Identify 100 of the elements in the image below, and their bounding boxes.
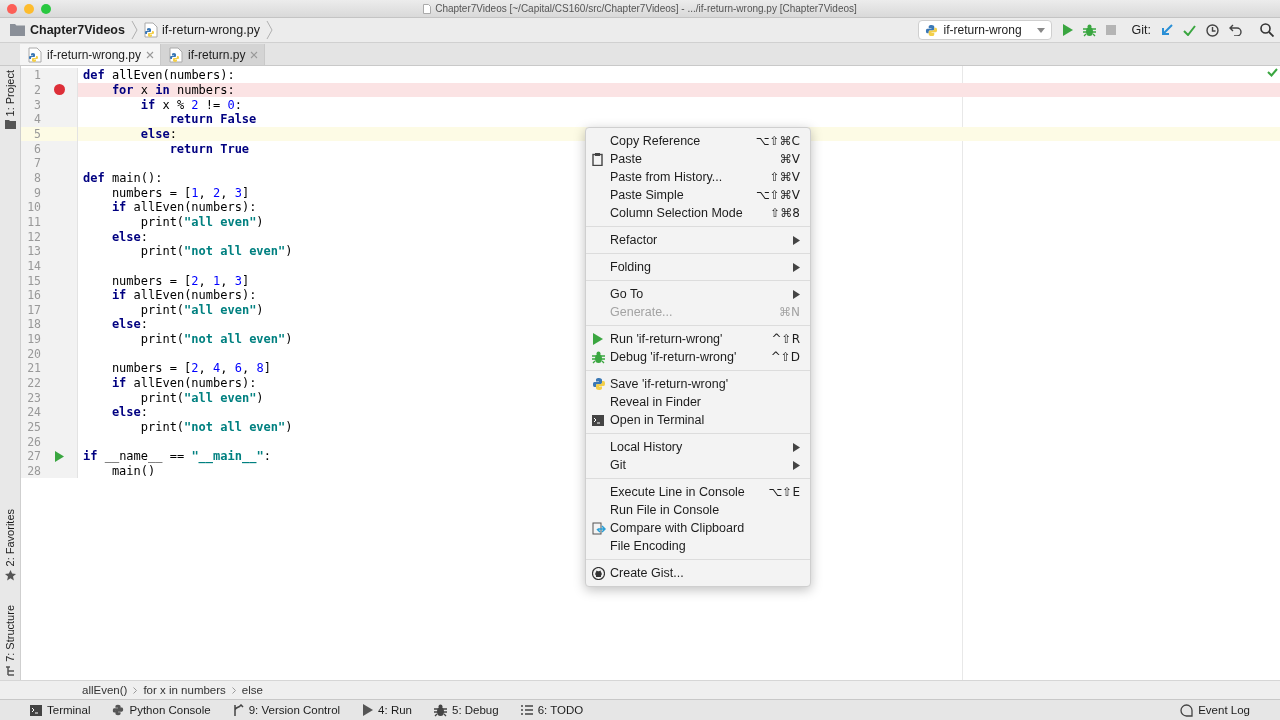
line-number: 14 xyxy=(26,258,41,273)
line-number: 11 xyxy=(26,214,41,229)
bug-icon xyxy=(434,703,447,717)
clipboard-compare-icon xyxy=(592,521,606,535)
breadcrumb[interactable]: allEven() xyxy=(82,684,128,696)
code-line: print("not all even") xyxy=(139,244,293,259)
breadcrumb[interactable]: else xyxy=(241,684,263,696)
chevron-icon xyxy=(130,20,138,40)
document-icon xyxy=(423,3,432,14)
tool-window-button[interactable]: 4: Run xyxy=(362,704,412,716)
python-icon xyxy=(592,377,606,391)
line-number: 27 xyxy=(26,449,41,464)
code-line: if allEven(numbers): xyxy=(110,288,257,303)
code-line: if allEven(numbers): xyxy=(110,376,257,391)
folder-icon xyxy=(10,24,25,36)
arrow-icon[interactable] xyxy=(1161,24,1173,36)
check-icon[interactable] xyxy=(1183,24,1196,36)
menu-item[interactable]: Reveal in Finder xyxy=(586,393,810,411)
menu-item[interactable]: Go To xyxy=(586,285,810,303)
run-config-dropdown[interactable]: if-return-wrong xyxy=(917,20,1052,40)
clock-icon[interactable] xyxy=(1206,23,1219,37)
chevron-icon xyxy=(231,686,236,694)
undo-icon[interactable] xyxy=(1229,24,1242,36)
menu-item[interactable]: Copy Reference ⌥⇧⌘C xyxy=(586,132,810,150)
terminal-icon xyxy=(30,704,42,716)
nav-crumb[interactable]: if-return-wrong.py xyxy=(161,23,260,37)
menu-item[interactable]: Refactor xyxy=(586,231,810,249)
submenu-arrow-icon xyxy=(793,262,800,272)
code-line: return False xyxy=(168,112,257,127)
menu-item[interactable]: Paste from History... ⇧⌘V xyxy=(586,168,810,186)
menu-item[interactable]: Paste ⌘V xyxy=(586,150,810,168)
line-number: 10 xyxy=(26,200,41,215)
code-line: else: xyxy=(110,405,148,420)
bug-icon xyxy=(592,350,605,364)
code-line: numbers = [2, 4, 6, 8] xyxy=(110,361,271,376)
menu-item[interactable]: Column Selection Mode ⇧⌘8 xyxy=(586,204,810,222)
code-line: def main(): xyxy=(82,170,163,185)
line-number: 19 xyxy=(26,332,41,347)
menu-item[interactable]: Git xyxy=(586,456,810,474)
code-line: numbers = [2, 1, 3] xyxy=(110,273,250,288)
search-icon[interactable] xyxy=(1260,23,1274,37)
play-icon xyxy=(362,704,374,716)
line-number: 21 xyxy=(26,361,41,376)
line-number: 7 xyxy=(33,156,41,171)
breakpoint-icon[interactable] xyxy=(53,84,65,96)
line-number: 1 xyxy=(33,68,41,83)
line-number: 9 xyxy=(33,185,41,200)
line-number: 4 xyxy=(33,112,41,127)
line-number: 17 xyxy=(26,302,41,317)
line-number: 5 xyxy=(33,126,41,141)
menu-item[interactable]: Paste Simple ⌥⇧⌘V xyxy=(586,186,810,204)
submenu-arrow-icon xyxy=(793,235,800,245)
line-number: 6 xyxy=(33,141,41,156)
chevron-icon xyxy=(265,20,273,40)
tool-window-button[interactable]: Python Console xyxy=(112,704,211,716)
python-icon xyxy=(924,23,938,37)
run-icon[interactable] xyxy=(54,450,64,462)
menu-item[interactable]: Folding xyxy=(586,258,810,276)
tool-window-tab[interactable]: 2: Favorites xyxy=(0,504,20,586)
breadcrumb[interactable]: for x in numbers xyxy=(143,684,226,696)
code-line: print("all even") xyxy=(139,302,264,317)
run-icon xyxy=(1061,24,1073,36)
menu-item[interactable]: Execute Line in Console ⌥⇧E xyxy=(586,483,810,501)
line-number: 8 xyxy=(33,170,41,185)
minimize-window-button[interactable] xyxy=(24,3,34,14)
menu-item[interactable]: Debug 'if-return-wrong' ^⇧D xyxy=(586,348,810,366)
menu-item[interactable]: Local History xyxy=(586,438,810,456)
tool-window-tab[interactable]: 7: Structure xyxy=(0,601,20,680)
line-number: 16 xyxy=(26,288,41,303)
editor-tab[interactable]: if-return.py xyxy=(161,44,266,65)
line-number: 13 xyxy=(26,244,41,259)
editor-tab[interactable]: if-return-wrong.py xyxy=(20,44,162,65)
menu-item[interactable]: Save 'if-return-wrong' xyxy=(586,375,810,393)
code-line: else: xyxy=(110,229,148,244)
zoom-window-button[interactable] xyxy=(41,3,51,14)
menu-item[interactable]: Run 'if-return-wrong' ^⇧R xyxy=(586,330,810,348)
tool-window-button[interactable]: 6: TODO xyxy=(520,704,584,716)
close-icon[interactable] xyxy=(146,50,155,59)
close-window-button[interactable] xyxy=(7,3,17,14)
line-number: 24 xyxy=(26,405,41,420)
python-file-icon xyxy=(169,46,184,63)
tool-window-button[interactable]: Terminal xyxy=(30,704,91,716)
close-icon[interactable] xyxy=(250,50,259,59)
menu-item[interactable]: Run File in Console xyxy=(586,501,810,519)
github-icon xyxy=(592,566,605,580)
tool-window-button[interactable]: 5: Debug xyxy=(434,703,499,717)
menu-item[interactable]: File Encoding xyxy=(586,537,810,555)
nav-crumb[interactable]: Chapter7Videos xyxy=(30,23,125,37)
code-line: print("all even") xyxy=(139,214,264,229)
code-line: for x in numbers: xyxy=(110,83,235,97)
submenu-arrow-icon xyxy=(793,289,800,299)
tool-window-tab[interactable]: 1: Project xyxy=(0,66,20,134)
caret-icon xyxy=(1036,27,1045,33)
menu-item[interactable]: Open in Terminal xyxy=(586,411,810,429)
tool-window-button[interactable]: 9: Version Control xyxy=(232,704,341,716)
menu-item[interactable]: Create Gist... xyxy=(586,564,810,582)
menu-item[interactable]: Compare with Clipboard xyxy=(586,519,810,537)
event-log-button[interactable]: Event Log xyxy=(1180,703,1250,717)
stop-icon[interactable] xyxy=(1105,25,1116,35)
chevron-icon xyxy=(133,686,138,694)
